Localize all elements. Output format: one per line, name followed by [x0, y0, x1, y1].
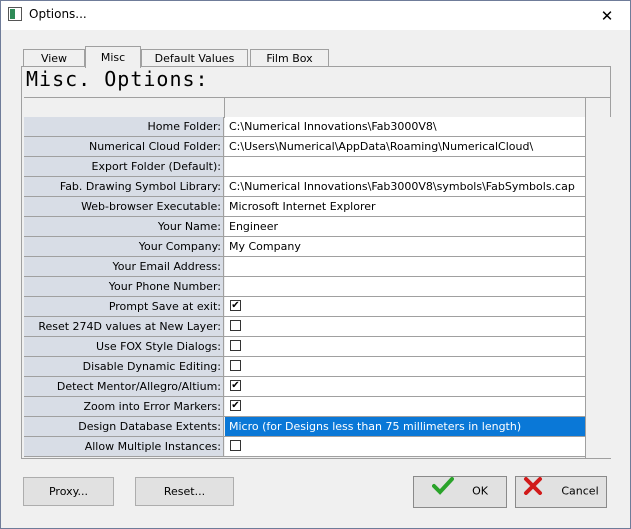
- option-value[interactable]: My Company: [225, 237, 585, 256]
- option-row: Allow Multiple Instances:: [24, 437, 585, 457]
- ok-button-label: OK: [472, 484, 488, 498]
- x-icon: [523, 477, 543, 505]
- option-label: Your Company:: [24, 237, 224, 256]
- option-label: Numerical Cloud Folder:: [24, 137, 224, 156]
- header-divider: [224, 98, 225, 117]
- reset-button-label: Reset...: [163, 485, 206, 498]
- option-value[interactable]: [225, 397, 585, 416]
- option-value[interactable]: C:\Users\Numerical\AppData\Roaming\Numer…: [225, 137, 585, 156]
- option-row: Fab. Drawing Symbol Library: C:\Numerical…: [24, 177, 585, 197]
- checkbox[interactable]: ✔: [230, 400, 241, 411]
- option-value[interactable]: [225, 297, 585, 316]
- option-row: Prompt Save at exit: ✔: [24, 297, 585, 317]
- misc-panel: Misc. Options: Home Folder: C:\Numerical …: [21, 66, 611, 459]
- option-label: Web-browser Executable:: [24, 197, 224, 216]
- header-divider: [585, 98, 586, 117]
- option-value[interactable]: [225, 257, 585, 276]
- option-label: Your Name:: [24, 217, 224, 236]
- vertical-scrollbar[interactable]: [585, 117, 611, 458]
- option-row: Your Email Address:: [24, 257, 585, 277]
- option-value[interactable]: [225, 277, 585, 296]
- option-value[interactable]: [225, 317, 585, 336]
- proxy-button-label: Proxy...: [48, 485, 89, 498]
- tab-view-label: View: [40, 52, 68, 65]
- tab-film-box-label: Film Box: [266, 52, 313, 65]
- option-row: Export Folder (Default):: [24, 157, 585, 177]
- option-label: Your Phone Number:: [24, 277, 224, 296]
- option-row: Detect Mentor/Allegro/Altium: ✔: [24, 377, 585, 397]
- tab-view[interactable]: View: [23, 49, 85, 67]
- option-label: Fab. Drawing Symbol Library:: [24, 177, 224, 196]
- title-bar: Options... ✕: [1, 1, 630, 30]
- option-label: Allow Multiple Instances:: [24, 437, 224, 456]
- proxy-button[interactable]: Proxy...: [23, 477, 114, 506]
- checkbox[interactable]: [230, 320, 241, 331]
- option-row: Numerical Cloud Folder: C:\Users\Numerica…: [24, 137, 585, 157]
- option-row: Design Database Extents: Micro (for Desig…: [24, 417, 585, 437]
- option-value[interactable]: [225, 157, 585, 176]
- tab-default-values-label: Default Values: [154, 52, 235, 65]
- checkbox[interactable]: ✔: [230, 380, 241, 391]
- window-title: Options...: [29, 7, 87, 21]
- tab-misc[interactable]: Misc: [85, 46, 141, 68]
- option-value[interactable]: [225, 357, 585, 376]
- option-label: Your Email Address:: [24, 257, 224, 276]
- option-label: Disable Dynamic Editing:: [24, 357, 224, 376]
- option-label: Use FOX Style Dialogs:: [24, 337, 224, 356]
- options-grid: Home Folder: C:\Numerical Innovations\Fab…: [24, 117, 585, 457]
- option-value[interactable]: Microsoft Internet Explorer: [225, 197, 585, 216]
- grid-header: [24, 97, 610, 118]
- checkmark-icon: [432, 477, 455, 505]
- ok-button[interactable]: OK: [413, 476, 507, 508]
- option-row: Your Company: My Company: [24, 237, 585, 257]
- option-row: Your Phone Number:: [24, 277, 585, 297]
- tab-default-values[interactable]: Default Values: [141, 49, 248, 67]
- option-value[interactable]: Engineer: [225, 217, 585, 236]
- option-row: Home Folder: C:\Numerical Innovations\Fab…: [24, 117, 585, 137]
- app-icon: [8, 7, 22, 21]
- option-label: Prompt Save at exit:: [24, 297, 224, 316]
- close-button[interactable]: ✕: [584, 1, 630, 30]
- tab-film-box[interactable]: Film Box: [250, 49, 329, 67]
- option-value[interactable]: [225, 337, 585, 356]
- option-value[interactable]: Micro (for Designs less than 75 millimet…: [225, 417, 585, 436]
- close-icon: ✕: [600, 6, 614, 25]
- option-row: Your Name: Engineer: [24, 217, 585, 237]
- option-label: Zoom into Error Markers:: [24, 397, 224, 416]
- cancel-button[interactable]: Cancel: [515, 476, 607, 508]
- option-value[interactable]: C:\Numerical Innovations\Fab3000V8\symbo…: [225, 177, 585, 196]
- tab-misc-label: Misc: [100, 51, 126, 64]
- option-value[interactable]: [225, 437, 585, 456]
- option-label: Reset 274D values at New Layer:: [24, 317, 224, 336]
- checkbox[interactable]: [230, 440, 241, 451]
- option-label: Home Folder:: [24, 117, 224, 136]
- checkbox[interactable]: ✔: [230, 300, 241, 311]
- option-row: Use FOX Style Dialogs:: [24, 337, 585, 357]
- option-row: Web-browser Executable: Microsoft Interne…: [24, 197, 585, 217]
- option-row: Reset 274D values at New Layer:: [24, 317, 585, 337]
- cancel-button-label: Cancel: [561, 484, 599, 498]
- option-label: Export Folder (Default):: [24, 157, 224, 176]
- option-value[interactable]: [225, 377, 585, 396]
- option-label: Design Database Extents:: [24, 417, 224, 436]
- checkbox[interactable]: [230, 340, 241, 351]
- option-value[interactable]: C:\Numerical Innovations\Fab3000V8\: [225, 117, 585, 136]
- reset-button[interactable]: Reset...: [135, 477, 234, 506]
- option-row: Zoom into Error Markers: ✔: [24, 397, 585, 417]
- options-dialog: Options... ✕ View Misc Default Values Fi…: [0, 0, 631, 529]
- checkbox[interactable]: [230, 360, 241, 371]
- option-row: Disable Dynamic Editing:: [24, 357, 585, 377]
- panel-title: Misc. Options:: [26, 67, 209, 91]
- option-label: Detect Mentor/Allegro/Altium:: [24, 377, 224, 396]
